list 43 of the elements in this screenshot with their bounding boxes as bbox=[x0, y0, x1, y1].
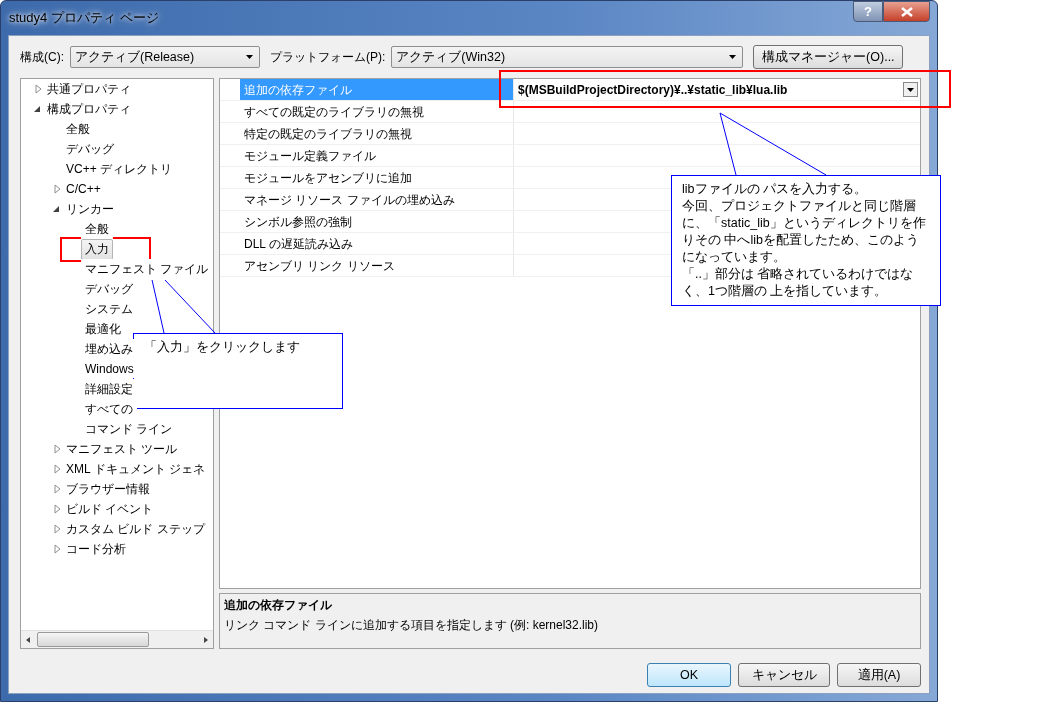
dialog-button[interactable]: OK bbox=[647, 663, 731, 687]
expand-icon[interactable] bbox=[52, 504, 62, 514]
collapse-icon[interactable] bbox=[52, 204, 62, 214]
close-button[interactable] bbox=[883, 1, 930, 22]
expand-icon[interactable] bbox=[52, 184, 62, 194]
horizontal-scrollbar[interactable] bbox=[21, 630, 213, 648]
description-title: 追加の依存ファイル bbox=[224, 597, 333, 614]
property-name[interactable]: モジュール定義ファイル bbox=[240, 145, 514, 166]
property-value[interactable]: $(MSBuildProjectDirectory)¥..¥static_lib¥lua.lib bbox=[518, 82, 903, 97]
dropdown[interactable]: アクティブ(Release) bbox=[70, 46, 260, 68]
dialog-button[interactable]: キャンセル bbox=[738, 663, 830, 687]
window-title: study4 プロパティ ページ bbox=[8, 9, 159, 27]
property-name[interactable]: アセンブリ リンク リソース bbox=[240, 255, 514, 276]
expand-icon[interactable] bbox=[52, 544, 62, 554]
property-name[interactable]: すべての既定のライブラリの無視 bbox=[240, 101, 514, 122]
scrollbar-thumb[interactable] bbox=[37, 632, 149, 647]
property-name[interactable]: DLL の遅延読み込み bbox=[240, 233, 514, 254]
close-icon bbox=[900, 6, 913, 17]
configuration-manager-button[interactable]: 構成マネージャー(O)... bbox=[753, 45, 904, 69]
property-name[interactable]: マネージ リソース ファイルの埋め込み bbox=[240, 189, 514, 210]
dropdown[interactable]: アクティブ(Win32) bbox=[391, 46, 744, 68]
dropdown-button[interactable] bbox=[903, 82, 918, 97]
config-label: 構成(C): bbox=[20, 48, 64, 66]
property-name[interactable]: シンボル参照の強制 bbox=[240, 211, 514, 232]
callout-text: 「入力」をクリックします bbox=[144, 339, 301, 356]
caret-icon bbox=[907, 87, 914, 92]
expand-icon[interactable] bbox=[33, 84, 43, 94]
caret-icon bbox=[729, 55, 737, 59]
collapse-icon[interactable] bbox=[33, 104, 43, 114]
expand-icon[interactable] bbox=[52, 464, 62, 474]
description-text: リンク コマンド ラインに追加する項目を指定します (例: kernel32.lib) bbox=[224, 617, 600, 634]
platform-label: プラットフォーム(P): bbox=[270, 48, 386, 66]
expand-icon[interactable] bbox=[52, 524, 62, 534]
dialog-button[interactable]: 適用(A) bbox=[837, 663, 921, 687]
property-name[interactable]: モジュールをアセンブリに追加 bbox=[240, 167, 514, 188]
property-name[interactable]: 特定の既定のライブラリの無視 bbox=[240, 123, 514, 144]
callout-text: libファイルの パスを入力する。 bbox=[682, 181, 868, 198]
callout-text: 今回、プロジェクトファイルと同じ階層に、「static_lib」というディレクトリを作りその 中へlibを配置したため、このようになっています。 bbox=[682, 198, 927, 266]
callout-text: 「..」部分は 省略されているわけではなく、1つ階層の 上を指しています。 bbox=[682, 266, 915, 300]
caret-icon bbox=[246, 55, 253, 59]
tree-item[interactable]: 入力 bbox=[81, 238, 113, 260]
expand-icon[interactable] bbox=[52, 484, 62, 494]
expand-icon[interactable] bbox=[52, 444, 62, 454]
